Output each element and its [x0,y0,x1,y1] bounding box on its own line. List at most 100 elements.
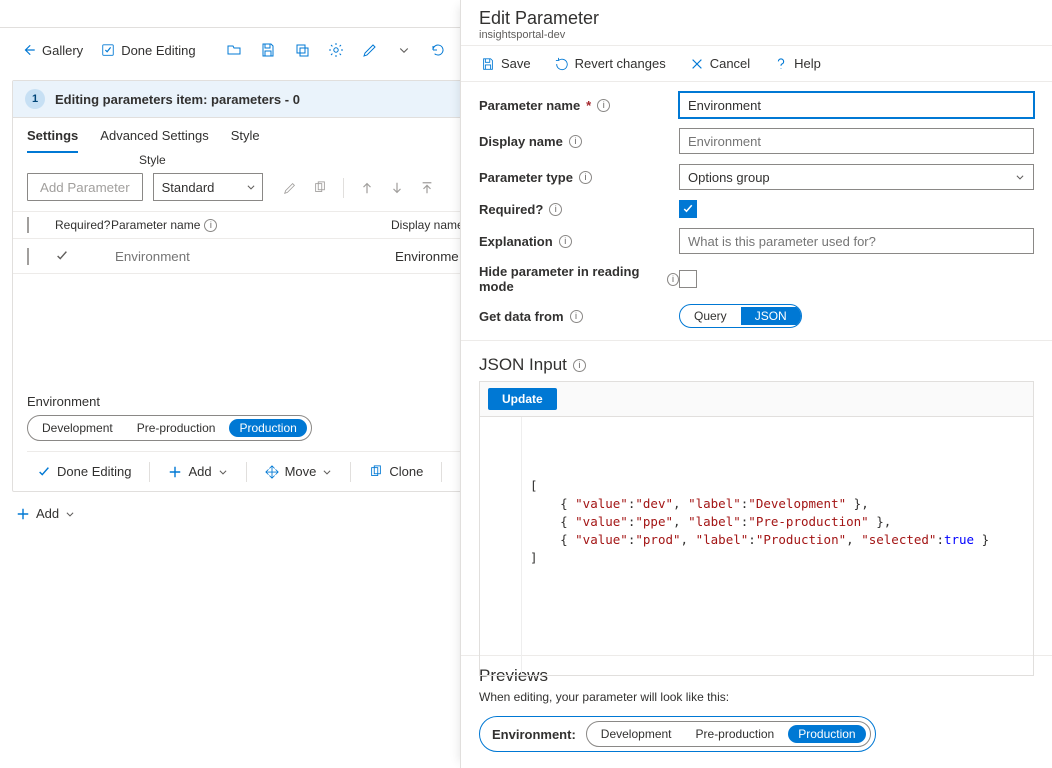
check-icon [37,465,51,479]
clone-icon [369,465,383,479]
chevron-down-icon [322,467,332,477]
col-name-header: Parameter name [111,218,200,232]
revert-icon [555,57,569,71]
save-copy-icon[interactable] [286,34,318,66]
preview-option[interactable]: Pre-production [686,725,785,743]
label-required: Required? [479,202,543,217]
clone-step-button[interactable]: Clone [359,460,433,483]
info-icon[interactable]: i [559,235,572,248]
add-parameter-button[interactable]: Add Parameter [27,173,143,201]
move-up-icon[interactable] [354,175,380,201]
panel-cancel-button[interactable]: Cancel [680,52,760,75]
row-actions-toolbar [277,175,440,201]
done-editing-icon [101,43,115,57]
tab-style[interactable]: Style [231,128,260,153]
panel-help-button[interactable]: Help [764,52,831,75]
panel-save-button[interactable]: Save [471,52,541,75]
label-explanation: Explanation [479,234,553,249]
panel-revert-button[interactable]: Revert changes [545,52,676,75]
preview-parameter-control: Environment: DevelopmentPre-productionPr… [479,716,876,752]
done-editing-label: Done Editing [121,43,195,58]
preview-option[interactable]: Development [591,725,682,743]
panel-revert-label: Revert changes [575,56,666,71]
chevron-down-icon[interactable] [388,34,420,66]
info-icon[interactable]: i [579,171,592,184]
chevron-down-icon [65,509,75,519]
tab-advanced-settings[interactable]: Advanced Settings [100,128,208,153]
hide-param-checkbox[interactable] [679,270,697,288]
chevron-down-icon [246,182,256,192]
env-option[interactable]: Production [229,419,306,437]
col-required-header: Required? [55,218,111,232]
save-icon [481,57,495,71]
add-step-label: Add [188,464,211,479]
panel-title: Edit Parameter [479,8,1034,29]
move-down-icon[interactable] [384,175,410,201]
editing-title: Editing parameters item: parameters - 0 [55,92,300,107]
open-icon[interactable] [218,34,250,66]
edit-parameter-panel: Edit Parameter insightsportal-dev Save R… [460,0,1052,768]
info-icon[interactable]: i [549,203,562,216]
panel-help-label: Help [794,56,821,71]
done-editing-step-button[interactable]: Done Editing [27,460,141,483]
settings-gear-icon[interactable] [320,34,352,66]
required-star-icon: * [586,98,591,113]
add-step-button[interactable]: Add [158,460,237,483]
add-item-label: Add [36,506,59,521]
gallery-button[interactable]: Gallery [14,39,91,62]
edit-row-icon[interactable] [277,175,303,201]
info-icon[interactable]: i [570,310,583,323]
panel-save-label: Save [501,56,531,71]
chevron-down-icon [218,467,228,477]
done-editing-button[interactable]: Done Editing [93,39,203,62]
chevron-down-icon [1015,172,1025,182]
select-all-checkbox[interactable] [27,217,29,233]
param-name-input[interactable] [679,92,1034,118]
edit-pencil-icon[interactable] [354,34,386,66]
plus-icon [16,507,30,521]
move-step-button[interactable]: Move [255,460,343,483]
plus-icon [168,465,182,479]
json-input-heading: JSON Input [479,355,567,375]
info-icon[interactable]: i [667,273,679,286]
get-data-toggle: Query JSON [679,304,802,328]
get-data-json-option[interactable]: JSON [741,307,801,325]
row-name-input[interactable] [111,243,391,269]
style-select[interactable]: Standard [153,173,263,201]
save-icon[interactable] [252,34,284,66]
close-icon [690,57,704,71]
step-number-badge: 1 [25,89,45,109]
help-icon [774,57,788,71]
tab-settings[interactable]: Settings [27,128,78,153]
info-icon[interactable]: i [569,135,582,148]
panel-cancel-label: Cancel [710,56,750,71]
json-editor[interactable]: [ { "value":"dev", "label":"Development"… [479,416,1034,676]
arrow-left-icon [22,43,36,57]
info-icon[interactable]: i [204,219,217,232]
previews-hint: When editing, your parameter will look l… [479,690,1034,704]
left-preview-options: DevelopmentPre-productionProduction [27,415,312,441]
copy-row-icon[interactable] [307,175,333,201]
move-top-icon[interactable] [414,175,440,201]
info-icon[interactable]: i [573,359,586,372]
info-icon[interactable]: i [597,99,610,112]
panel-subtitle: insightsportal-dev [479,29,1034,41]
env-option[interactable]: Development [32,419,123,437]
done-editing-step-label: Done Editing [57,464,131,479]
gallery-label: Gallery [42,43,83,58]
row-checkbox[interactable] [27,248,29,265]
get-data-query-option[interactable]: Query [680,307,741,325]
row-required-check-icon [55,249,111,263]
label-get-data: Get data from [479,309,564,324]
refresh-icon[interactable] [422,34,454,66]
param-type-value: Options group [688,170,770,185]
panel-toolbar: Save Revert changes Cancel Help [461,45,1052,82]
label-param-name: Parameter name [479,98,580,113]
required-checkbox[interactable] [679,200,697,218]
display-name-input[interactable] [679,128,1034,154]
env-option[interactable]: Pre-production [127,419,226,437]
explanation-input[interactable] [679,228,1034,254]
preview-option[interactable]: Production [788,725,865,743]
param-type-select[interactable]: Options group [679,164,1034,190]
json-update-button[interactable]: Update [488,388,557,410]
